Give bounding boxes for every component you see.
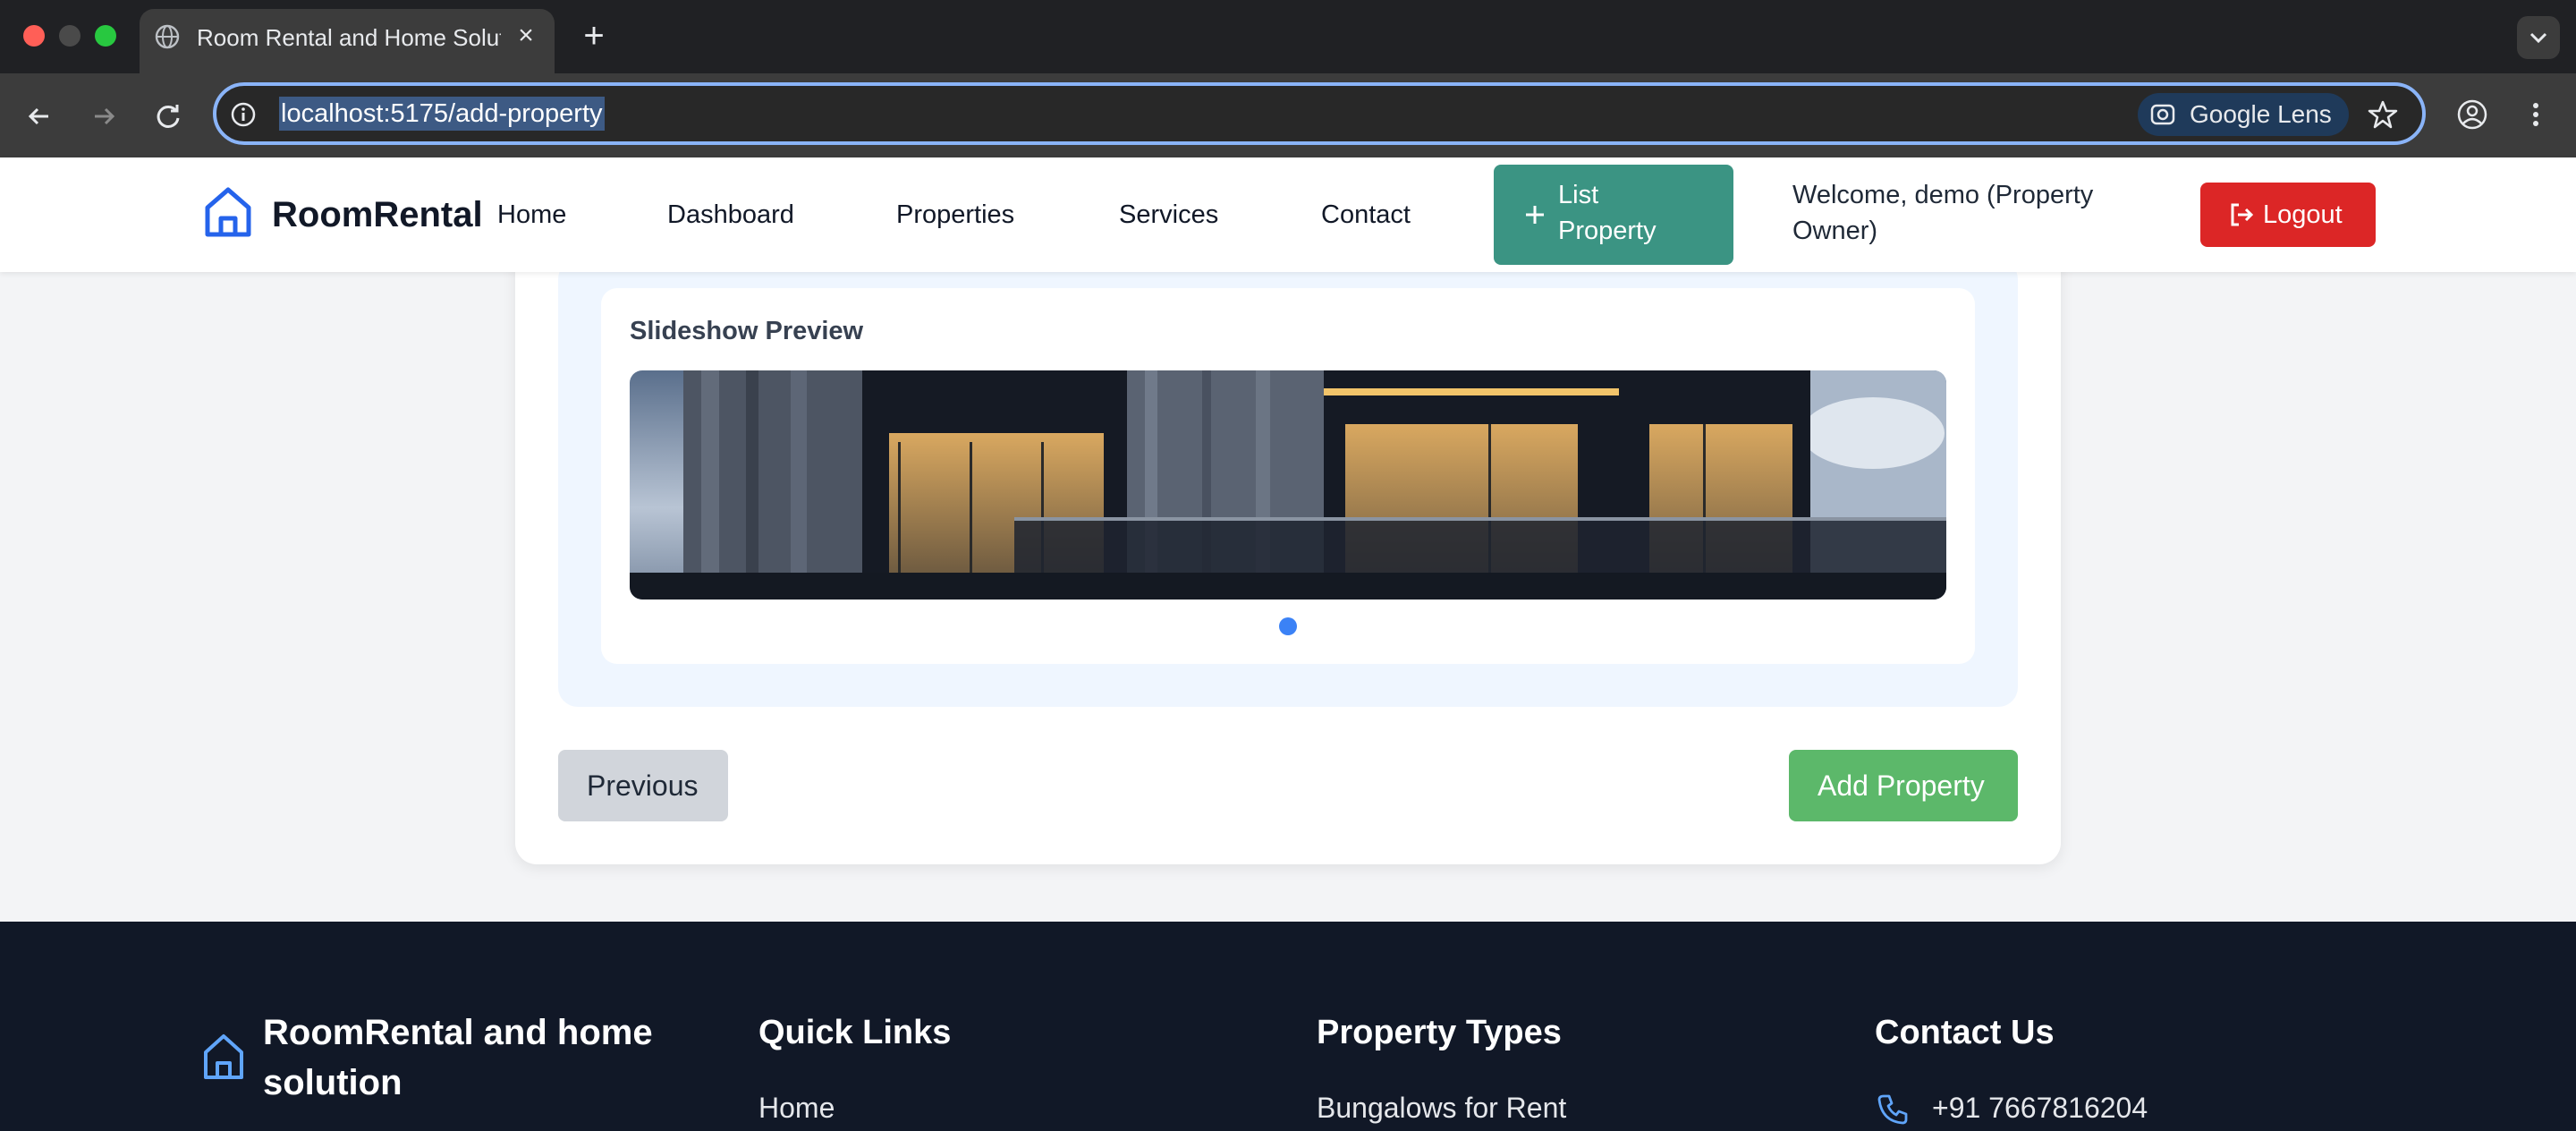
logout-label: Logout [2263,200,2343,229]
chevron-down-icon [2529,32,2547,44]
more-icon[interactable] [2522,97,2549,132]
tab-close-icon[interactable]: × [512,21,540,50]
tab-search-button[interactable] [2517,16,2560,59]
list-property-label: List Property [1558,181,1657,245]
brand-logo-text[interactable]: RoomRental [272,191,483,238]
footer-link-home[interactable]: Home [758,1090,835,1126]
info-icon[interactable] [229,100,258,129]
home-icon [204,1034,243,1079]
nav-contact[interactable]: Contact [1321,199,1411,231]
nav-dashboard[interactable]: Dashboard [667,199,794,231]
lens-icon [2150,104,2175,125]
plus-icon [1526,206,1544,224]
tab-title: Room Rental and Home Solution [197,24,501,51]
window-close-button[interactable] [23,25,45,47]
window-zoom-button[interactable] [95,25,116,47]
window-minimize-button[interactable] [59,25,80,47]
nav-properties[interactable]: Properties [896,199,1014,231]
footer-link-bungalows[interactable]: Bungalows for Rent [1317,1090,1566,1126]
star-icon[interactable] [2365,97,2401,132]
globe-icon [155,24,180,49]
logout-icon [2231,203,2254,226]
previous-button-label: Previous [587,770,699,802]
footer-property-types-title: Property Types [1317,1014,1562,1051]
reload-icon[interactable] [150,98,186,134]
footer-phone[interactable]: +91 7667816204 [1932,1090,2148,1126]
profile-icon[interactable] [2454,97,2490,132]
footer-brand: RoomRental and home solution [263,1013,653,1102]
nav-home[interactable]: Home [497,199,566,231]
forward-icon[interactable] [86,98,122,134]
url-text[interactable]: localhost:5175/add-property [279,97,605,131]
slideshow-image[interactable] [630,370,1946,600]
nav-services[interactable]: Services [1119,199,1218,231]
house-photo [630,370,1946,600]
google-lens-label: Google Lens [2190,100,2332,128]
back-icon[interactable] [21,98,57,134]
slideshow-preview-title: Slideshow Preview [630,317,864,345]
new-tab-icon[interactable]: + [576,18,612,54]
welcome-text: Welcome, demo (Property Owner) [1792,181,2094,245]
add-property-button-label: Add Property [1818,770,1985,802]
slide-indicator-dot[interactable] [1279,617,1297,635]
footer-quick-links-title: Quick Links [758,1014,952,1051]
home-icon[interactable] [200,184,256,240]
phone-icon [1877,1094,1908,1125]
footer-contact-title: Contact Us [1875,1014,2055,1051]
